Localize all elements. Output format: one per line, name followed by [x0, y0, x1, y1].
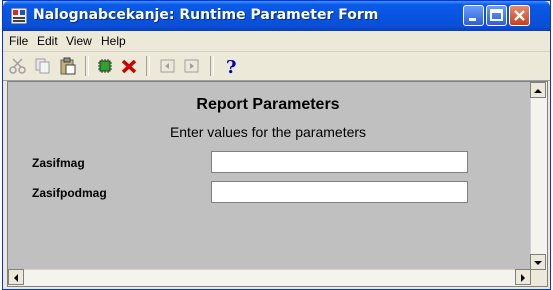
vertical-scrollbar[interactable]	[530, 82, 547, 270]
app-window: Nalognabcekanje: Runtime Parameter Form …	[2, 0, 551, 290]
maximize-button[interactable]	[486, 5, 507, 26]
scrollbar-corner	[531, 270, 547, 286]
zasifmag-input[interactable]	[211, 151, 468, 173]
param-label-zasifmag: Zasifmag	[32, 156, 85, 170]
zasifpodmag-input[interactable]	[211, 181, 468, 203]
app-icon	[10, 7, 28, 25]
menu-help[interactable]: Help	[101, 34, 126, 48]
close-button[interactable]	[509, 5, 530, 26]
scroll-right-button[interactable]	[515, 269, 531, 285]
scroll-up-button[interactable]	[530, 82, 546, 98]
run-icon[interactable]	[95, 56, 115, 76]
toolbar-separator	[210, 56, 214, 76]
menu-file[interactable]: File	[9, 34, 28, 48]
next-page-icon[interactable]	[182, 56, 202, 76]
menu-edit[interactable]: Edit	[37, 34, 58, 48]
minimize-button[interactable]	[463, 5, 484, 26]
prev-page-icon[interactable]	[158, 56, 178, 76]
menu-bar: File Edit View Help	[3, 31, 550, 52]
scroll-down-button[interactable]	[530, 254, 546, 270]
help-icon[interactable]: ?	[221, 56, 241, 78]
horizontal-scrollbar[interactable]	[8, 269, 531, 286]
toolbar: ?	[3, 52, 550, 81]
scroll-left-button[interactable]	[8, 269, 24, 285]
parameter-form: Report Parameters Enter values for the p…	[7, 81, 548, 287]
menu-view[interactable]: View	[66, 34, 92, 48]
window-title: Nalognabcekanje: Runtime Parameter Form	[33, 7, 379, 23]
paste-icon[interactable]	[58, 56, 78, 76]
toolbar-separator	[85, 56, 89, 76]
cut-icon[interactable]	[8, 56, 28, 76]
title-bar[interactable]: Nalognabcekanje: Runtime Parameter Form	[3, 1, 550, 31]
svg-text:?: ?	[226, 57, 237, 76]
copy-icon[interactable]	[33, 56, 53, 76]
form-subtitle: Enter values for the parameters	[169, 124, 367, 140]
cancel-icon[interactable]	[119, 56, 139, 76]
toolbar-separator	[146, 56, 150, 76]
form-title: Report Parameters	[196, 96, 340, 113]
param-label-zasifpodmag: Zasifpodmag	[32, 186, 107, 200]
